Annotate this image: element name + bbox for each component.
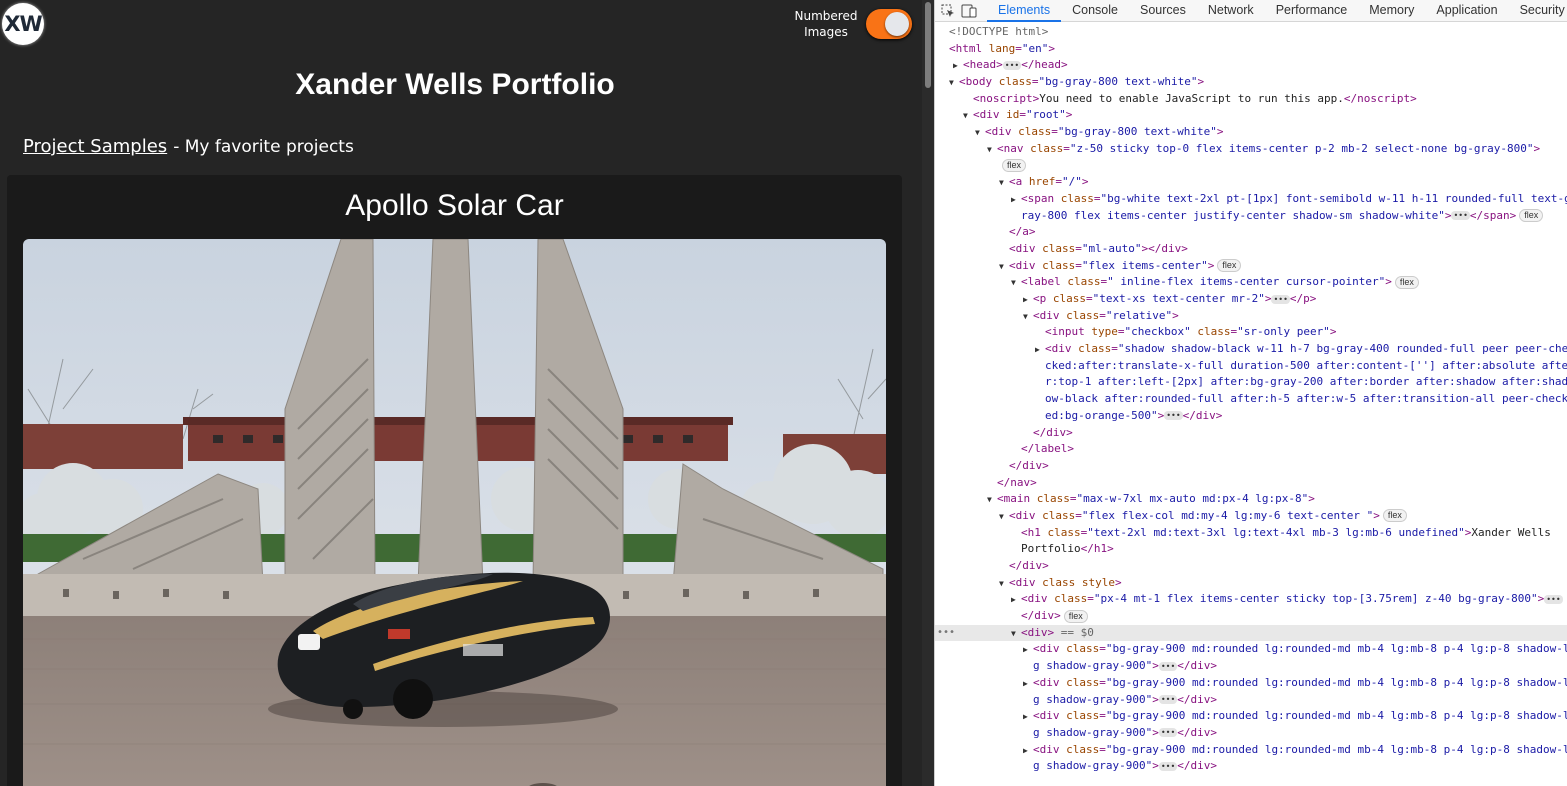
tab-memory[interactable]: Memory — [1358, 0, 1425, 22]
dom-node[interactable]: <input type="checkbox" class="sr-only pe… — [935, 324, 1567, 341]
dom-node[interactable]: ▶ <div class="bg-gray-900 md:rounded lg:r… — [935, 708, 1567, 725]
dom-node[interactable]: ▶ <p class="text-xs text-center mr-2"> •••… — [935, 291, 1567, 308]
page-scrollbar-thumb[interactable] — [925, 2, 931, 88]
dom-node[interactable]: </div> — [935, 425, 1567, 442]
dom-node[interactable]: g shadow-gray-900"> ••• </div> — [935, 658, 1567, 675]
dom-node[interactable]: </a> — [935, 224, 1567, 241]
dom-node[interactable]: </label> — [935, 441, 1567, 458]
dom-node[interactable]: g shadow-gray-900"> ••• </div> — [935, 758, 1567, 775]
tab-console[interactable]: Console — [1061, 0, 1129, 22]
dom-node[interactable]: ▶ <div class="bg-gray-900 md:rounded lg:r… — [935, 675, 1567, 692]
dom-node[interactable]: <!DOCTYPE html> — [935, 24, 1567, 41]
dom-node[interactable]: ed:bg-orange-500"> ••• </div> — [935, 408, 1567, 425]
dom-node[interactable]: Portfolio</h1> — [935, 541, 1567, 558]
dom-node[interactable]: <h1 class="text-2xl md:text-3xl lg:text-… — [935, 525, 1567, 542]
tab-sources[interactable]: Sources — [1129, 0, 1197, 22]
dom-node[interactable]: ▼ <main class="max-w-7xl mx-auto md:px-4 … — [935, 491, 1567, 508]
dom-node[interactable]: ▼ <div class="bg-gray-800 text-white"> — [935, 124, 1567, 141]
project-card: Apollo Solar Car — [7, 175, 902, 786]
dom-node[interactable]: </div> flex — [935, 608, 1567, 625]
section-header: Project Samples - My favorite projects — [23, 136, 354, 157]
dom-node[interactable]: <div class="ml-auto"></div> — [935, 241, 1567, 258]
dom-node[interactable]: r:top-1 after:left-[2px] after:bg-gray-2… — [935, 374, 1567, 391]
dom-node-selected[interactable]: ••• ▼ <div> == $0 — [935, 624, 1567, 642]
tab-security[interactable]: Security — [1509, 0, 1567, 22]
devtools-panel: Elements Console Sources Network Perform… — [934, 0, 1567, 786]
dom-node[interactable]: ▼ <div class="flex items-center"> flex — [935, 258, 1567, 275]
solar-car-photo — [23, 239, 886, 786]
dom-node[interactable]: ▼ <nav class="z-50 sticky top-0 flex item… — [935, 141, 1567, 158]
dom-node[interactable]: ray-800 flex items-center justify-center… — [935, 208, 1567, 225]
dom-node[interactable]: </nav> — [935, 475, 1567, 492]
project-image — [23, 239, 886, 786]
devtools-tab-bar: Elements Console Sources Network Perform… — [935, 0, 1567, 22]
dom-node[interactable]: ▶ <div class="bg-gray-900 md:rounded lg:r… — [935, 641, 1567, 658]
dom-node[interactable]: <html lang="en"> — [935, 41, 1567, 58]
dom-node[interactable]: flex — [935, 158, 1567, 175]
dom-node[interactable]: ▼ <body class="bg-gray-800 text-white"> — [935, 74, 1567, 91]
page-scrollbar[interactable] — [922, 0, 934, 786]
dom-node[interactable]: g shadow-gray-900"> ••• </div> — [935, 725, 1567, 742]
logo-text: XW — [4, 12, 42, 36]
device-toolbar-icon[interactable] — [961, 2, 977, 20]
project-title: Apollo Solar Car — [345, 189, 564, 222]
dom-node[interactable]: ▼ <div id="root"> — [935, 107, 1567, 124]
dom-node[interactable]: g shadow-gray-900"> ••• </div> — [935, 692, 1567, 709]
dom-node[interactable]: </div> — [935, 558, 1567, 575]
dom-node[interactable]: ▶ <span class="bg-white text-2xl pt-[1px]… — [935, 191, 1567, 208]
inspect-element-icon[interactable] — [941, 2, 955, 20]
dom-node[interactable]: ▼ <a href="/"> — [935, 174, 1567, 191]
dom-node[interactable]: ow-black after:rounded-full after:h-5 af… — [935, 391, 1567, 408]
dom-node[interactable]: ▼ <div class style> — [935, 575, 1567, 592]
page-viewport: XW Numbered Images Xander Wells Portfoli… — [0, 0, 922, 786]
dom-node[interactable]: ▼ <div class="flex flex-col md:my-4 lg:my… — [935, 508, 1567, 525]
tab-application[interactable]: Application — [1425, 0, 1508, 22]
tab-performance[interactable]: Performance — [1265, 0, 1359, 22]
dom-tree[interactable]: <!DOCTYPE html> <html lang="en"> ▶ <head>… — [935, 24, 1567, 775]
page-title: Xander Wells Portfolio — [295, 68, 615, 101]
dom-node[interactable]: ▼ <div class="relative"> — [935, 308, 1567, 325]
dom-node[interactable]: ▶ <head> ••• </head> — [935, 57, 1567, 74]
numbered-images-toggle-control[interactable]: Numbered Images — [794, 8, 912, 40]
dom-node[interactable]: ▶ <div class="shadow shadow-black w-11 h-… — [935, 341, 1567, 358]
dom-node[interactable]: ▶ <div class="bg-gray-900 md:rounded lg:r… — [935, 742, 1567, 759]
tab-elements[interactable]: Elements — [987, 0, 1062, 22]
dom-node[interactable]: ▼ <label class=" inline-flex items-center… — [935, 274, 1567, 291]
dom-node[interactable]: ▶ <div class="px-4 mt-1 flex items-center… — [935, 591, 1567, 608]
toggle-knob — [885, 12, 909, 36]
dom-node[interactable]: </div> — [935, 458, 1567, 475]
dom-node[interactable]: cked:after:translate-x-full duration-500… — [935, 358, 1567, 375]
toggle-label: Numbered Images — [794, 9, 858, 39]
dom-node[interactable]: <noscript>You need to enable JavaScript … — [935, 91, 1567, 108]
tab-network[interactable]: Network — [1197, 0, 1265, 22]
project-samples-link[interactable]: Project Samples — [23, 136, 167, 157]
home-logo-link[interactable]: XW — [2, 3, 44, 45]
numbered-images-toggle[interactable] — [866, 9, 912, 39]
section-description: - My favorite projects — [173, 137, 354, 157]
